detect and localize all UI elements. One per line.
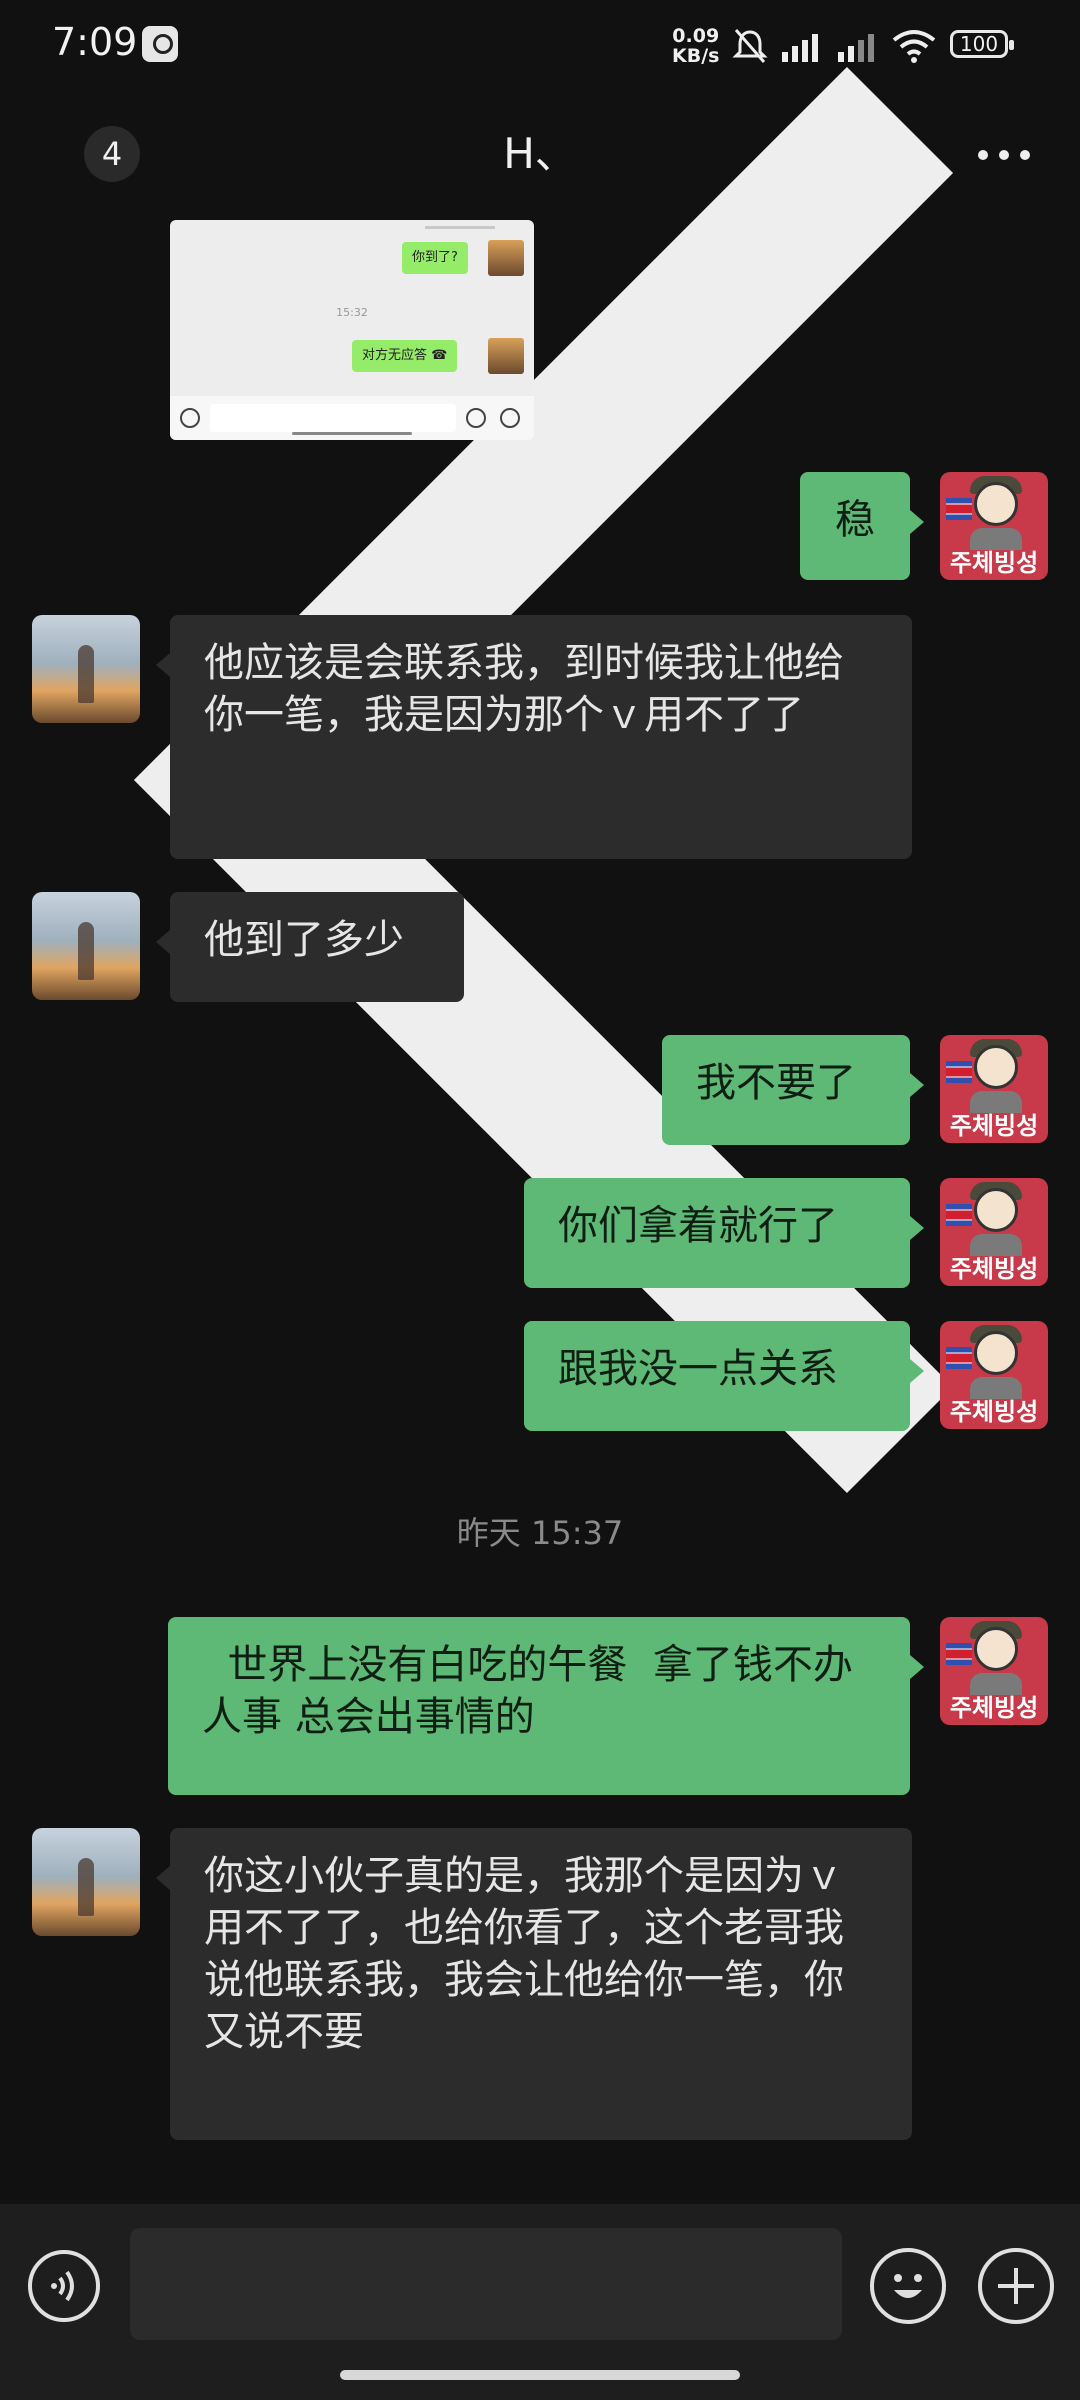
my-avatar-caption: 주체빙성: [949, 1255, 1039, 1283]
message-bubble-theirs[interactable]: 你这小伙子真的是，我那个是因为ｖ用不了了，也给你看了，这个老哥我说他联系我，我会…: [156, 1828, 912, 2140]
message-input[interactable]: [130, 2228, 842, 2340]
message-bubble-mine[interactable]: 你们拿着就行了: [524, 1178, 924, 1288]
my-avatar-caption: 주체빙성: [949, 1398, 1039, 1426]
voice-icon: [51, 2270, 74, 2302]
my-avatar[interactable]: 주체빙성: [940, 472, 1048, 580]
message-bubble-theirs[interactable]: 他到了多少: [156, 892, 464, 1002]
my-avatar-caption: 주체빙성: [949, 1112, 1039, 1140]
voice-input-button[interactable]: [28, 2250, 100, 2322]
wifi-icon: [892, 30, 936, 63]
message-bubble-mine[interactable]: 稳: [800, 472, 924, 580]
emoji-button[interactable]: [870, 2248, 946, 2324]
battery-indicator: 100: [950, 30, 1014, 58]
home-indicator[interactable]: [340, 2370, 740, 2380]
mute-bell-icon: [732, 29, 768, 63]
signal-hd-icon-2: [838, 34, 874, 62]
my-avatar[interactable]: 주체빙성: [940, 1178, 1048, 1286]
screenshot-voice-icon: [180, 408, 200, 428]
more-functions-button[interactable]: [978, 2248, 1054, 2324]
contact-avatar[interactable]: [32, 892, 140, 1000]
screenshot-avatar: [488, 240, 524, 276]
screenshot-emoji-icon: [466, 408, 486, 428]
screenshot-message-2: 对方无应答 ☎: [352, 340, 458, 372]
chat-title: H、: [503, 129, 577, 178]
status-time: 7:09: [52, 20, 138, 64]
signal-hd-icon: [782, 34, 818, 62]
screenshot-message-1: 你到了?: [402, 242, 468, 274]
my-avatar[interactable]: 주체빙성: [940, 1035, 1048, 1143]
my-avatar[interactable]: 주체빙성: [940, 1617, 1048, 1725]
screenshot-plus-icon: [500, 408, 520, 428]
network-speed-unit: KB/s: [672, 45, 720, 67]
screenshot-timestamp: 15:32: [336, 306, 368, 319]
clock-app-icon: [142, 26, 178, 62]
message-bubble-theirs[interactable]: 他应该是会联系我，到时候我让他给你一笔，我是因为那个ｖ用不了了: [156, 615, 912, 859]
network-speed: 0.09 KB/s: [672, 26, 719, 66]
contact-avatar[interactable]: [32, 615, 140, 723]
network-speed-value: 0.09: [672, 25, 720, 47]
message-bubble-mine[interactable]: 我不要了: [662, 1035, 924, 1145]
message-bubble-mine[interactable]: 跟我没一点关系: [524, 1321, 924, 1431]
contact-avatar[interactable]: [32, 1828, 140, 1936]
emoji-icon: [894, 2274, 922, 2298]
status-bar: 7:09 0.09 KB/s 100: [0, 0, 1080, 96]
my-avatar-caption: 주체빙성: [949, 549, 1039, 577]
my-avatar-caption: 주체빙성: [949, 1694, 1039, 1722]
time-divider: 昨天 15:37: [456, 1514, 624, 1552]
more-options-icon[interactable]: [976, 148, 1032, 162]
my-avatar[interactable]: 주체빙성: [940, 1321, 1048, 1429]
screenshot-avatar-2: [488, 338, 524, 374]
shared-screenshot-image[interactable]: 你到了? 15:32 对方无应答 ☎: [170, 220, 534, 440]
plus-icon: [998, 2268, 1034, 2304]
message-bubble-mine[interactable]: 世界上没有白吃的午餐 拿了钱不办人事 总会出事情的: [168, 1617, 924, 1795]
